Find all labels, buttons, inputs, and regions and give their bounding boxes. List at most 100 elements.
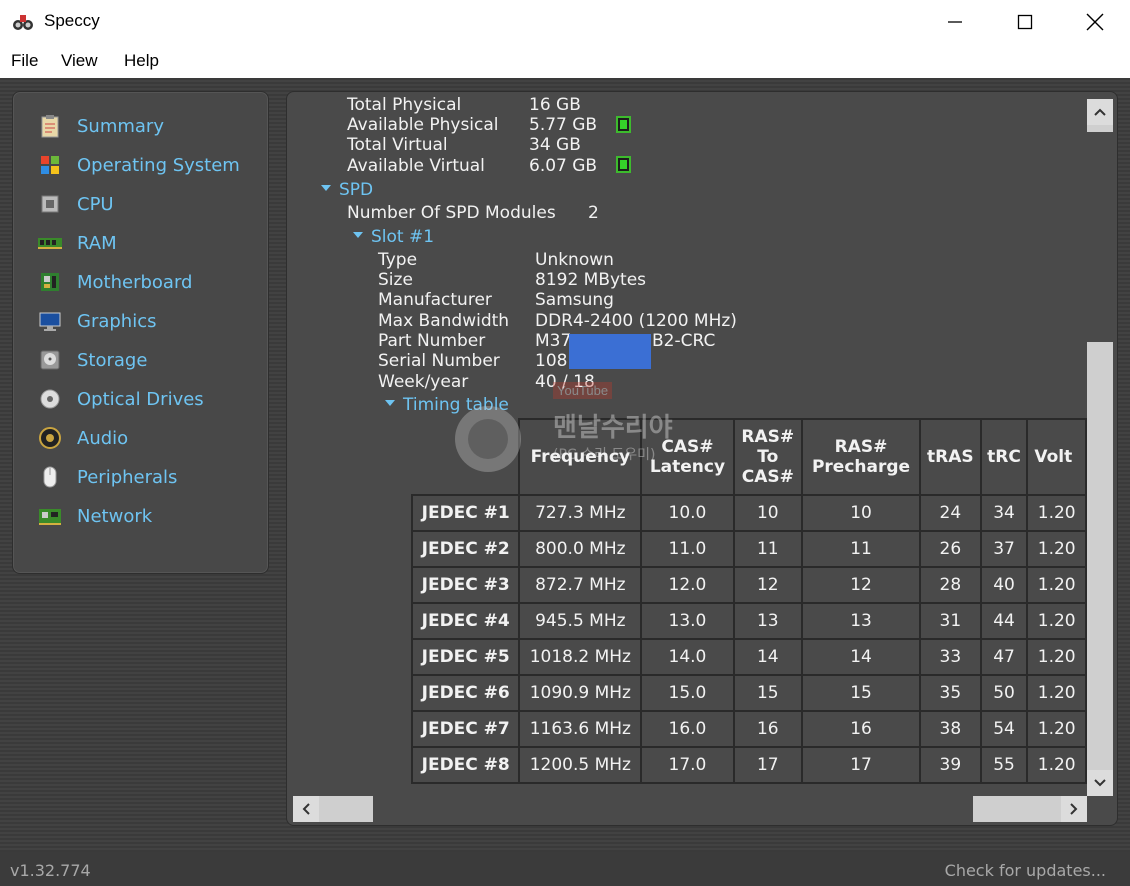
table-cell: 16	[732, 710, 804, 748]
spd-modules-value: 2	[588, 203, 599, 223]
menu-view[interactable]: View	[61, 51, 98, 71]
details-panel: Total Physical 16 GB Available Physical …	[286, 91, 1118, 826]
speaker-icon	[37, 426, 63, 450]
table-cell: 13	[801, 602, 921, 640]
bandwidth-value: DDR4-2400 (1200 MHz)	[535, 311, 737, 331]
table-cell: 10.0	[640, 494, 735, 532]
menu-bar: File View Help	[0, 44, 1130, 78]
network-card-icon	[37, 504, 63, 528]
table-cell: 15	[732, 674, 804, 712]
maximize-button[interactable]	[990, 0, 1060, 44]
sidebar-item-optical-drives[interactable]: Optical Drives	[37, 384, 204, 414]
sidebar-item-label: Optical Drives	[77, 388, 204, 410]
spd-modules-label: Number Of SPD Modules	[347, 203, 556, 223]
sidebar-item-ram[interactable]: RAM	[37, 228, 117, 258]
table-cell: 727.3 MHz	[518, 494, 643, 532]
windows-icon	[37, 153, 63, 177]
table-cell: JEDEC #1	[410, 494, 521, 532]
sidebar-item-graphics[interactable]: Graphics	[37, 306, 157, 336]
expand-arrow-icon	[353, 232, 363, 238]
hdd-icon	[37, 348, 63, 372]
monitor-icon	[37, 309, 63, 333]
manufacturer-value: Samsung	[535, 290, 614, 310]
close-button[interactable]	[1060, 0, 1130, 44]
table-cell: 12	[801, 566, 921, 604]
table-cell: JEDEC #8	[410, 746, 521, 784]
table-cell: JEDEC #4	[410, 602, 521, 640]
table-cell: 12	[732, 566, 804, 604]
table-cell: 1.20	[1026, 710, 1087, 748]
size-label: Size	[378, 270, 413, 290]
table-cell: 1163.6 MHz	[518, 710, 643, 748]
scroll-right-button[interactable]	[1061, 796, 1087, 822]
sidebar-item-operating-system[interactable]: Operating System	[37, 150, 240, 180]
spd-label: SPD	[339, 180, 374, 200]
watermark-logo-icon	[455, 406, 521, 472]
table-cell: 1.20	[1026, 746, 1087, 784]
minimize-button[interactable]	[920, 0, 990, 44]
part-number-label: Part Number	[378, 331, 486, 351]
menu-help[interactable]: Help	[124, 51, 159, 71]
table-cell: 35	[919, 674, 982, 712]
table-cell: 26	[919, 530, 982, 568]
sidebar-item-network[interactable]: Network	[37, 501, 152, 531]
expand-arrow-icon	[321, 185, 331, 191]
serial-number-prefix: 108	[535, 351, 568, 371]
sidebar-item-label: Peripherals	[77, 466, 178, 488]
horizontal-scrollbar[interactable]	[293, 796, 1087, 822]
column-header: Volt	[1026, 418, 1087, 496]
table-cell: JEDEC #7	[410, 710, 521, 748]
sidebar-item-motherboard[interactable]: Motherboard	[37, 267, 192, 297]
scroll-down-button[interactable]	[1087, 770, 1113, 796]
menu-file[interactable]: File	[11, 51, 38, 71]
table-cell: 10	[732, 494, 804, 532]
table-cell: 1.20	[1026, 674, 1087, 712]
disc-icon	[37, 387, 63, 411]
sidebar-item-label: RAM	[77, 232, 117, 254]
vertical-scrollbar[interactable]	[1087, 99, 1113, 796]
table-cell: 28	[919, 566, 982, 604]
sidebar-item-summary[interactable]: Summary	[37, 111, 164, 141]
memory-usage-indicator	[616, 156, 631, 173]
chevron-right-icon	[1070, 803, 1078, 815]
table-cell: JEDEC #3	[410, 566, 521, 604]
table-cell: 40	[979, 566, 1029, 604]
column-header: tRC	[979, 418, 1029, 496]
table-cell: 47	[979, 638, 1029, 676]
check-updates-link[interactable]: Check for updates...	[945, 861, 1106, 880]
scrollbar-corner	[1087, 796, 1113, 822]
table-cell: 15.0	[640, 674, 735, 712]
table-cell: 54	[979, 710, 1029, 748]
watermark-title: 맨날수리야	[553, 413, 673, 443]
sidebar-item-peripherals[interactable]: Peripherals	[37, 462, 177, 492]
scroll-up-button[interactable]	[1087, 99, 1113, 125]
table-cell: 14	[801, 638, 921, 676]
table-row: JEDEC #6 1090.9 MHz 15.0 15 15 35 50 1.20	[410, 674, 1087, 712]
table-row: JEDEC #7 1163.6 MHz 16.0 16 16 38 54 1.20	[410, 710, 1087, 748]
motherboard-icon	[37, 270, 63, 294]
table-row: JEDEC #8 1200.5 MHz 17.0 17 17 39 55 1.20	[410, 746, 1087, 784]
table-cell: 1200.5 MHz	[518, 746, 643, 784]
scroll-left-button[interactable]	[293, 796, 319, 822]
table-cell: 14	[732, 638, 804, 676]
sidebar-item-audio[interactable]: Audio	[37, 423, 128, 453]
table-cell: 50	[979, 674, 1029, 712]
table-cell: 15	[801, 674, 921, 712]
slot-tree-node[interactable]: Slot #1	[353, 227, 434, 247]
sidebar-item-cpu[interactable]: CPU	[37, 189, 114, 219]
chevron-left-icon	[302, 803, 310, 815]
redaction-box	[569, 334, 651, 369]
horizontal-scroll-thumb[interactable]	[373, 796, 973, 822]
column-header: tRAS	[919, 418, 982, 496]
table-cell: 55	[979, 746, 1029, 784]
ram-icon	[37, 231, 63, 255]
total-virtual-value: 34 GB	[529, 135, 581, 155]
total-virtual-label: Total Virtual	[347, 135, 448, 155]
sidebar-item-label: Summary	[77, 115, 164, 137]
youtube-badge: YouTube	[553, 382, 613, 399]
manufacturer-label: Manufacturer	[378, 290, 492, 310]
table-cell: 33	[919, 638, 982, 676]
vertical-scroll-thumb[interactable]	[1087, 132, 1113, 342]
spd-tree-node[interactable]: SPD	[321, 180, 373, 200]
sidebar-item-storage[interactable]: Storage	[37, 345, 147, 375]
